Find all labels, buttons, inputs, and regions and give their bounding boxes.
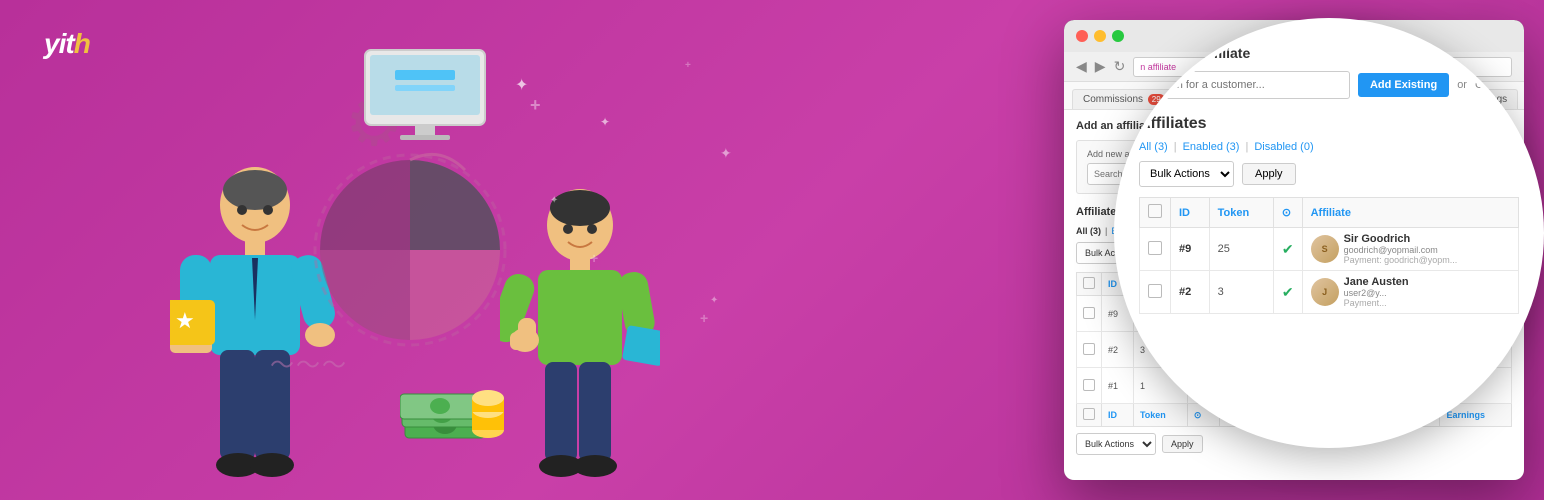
illustration-area: ⚙ ★ 〜: [60, 0, 740, 500]
plus-deco-1: +: [530, 95, 541, 116]
filter-all-link[interactable]: All (3): [1076, 226, 1101, 236]
zoom-col-token[interactable]: Token: [1209, 198, 1273, 228]
zoom-table-row: #2 3 ✔ J Jane Austen user2@y... Payment.…: [1140, 271, 1519, 314]
rotation-arrows: [310, 140, 510, 360]
col-header-cb: [1077, 273, 1102, 296]
zoom-col-status: ⊙: [1273, 198, 1302, 228]
row-checkbox[interactable]: [1083, 343, 1095, 355]
zoom-overlay-circle: Add new affiliate Add Existing or Create…: [1114, 18, 1544, 448]
reload-button[interactable]: ↻: [1114, 58, 1126, 75]
zoom-row-cb: [1140, 271, 1171, 314]
col-footer-cb: [1077, 404, 1102, 427]
zoom-row-status: ✔: [1273, 271, 1302, 314]
zoom-affiliate-name: Sir Goodrich: [1344, 233, 1458, 245]
bulk-actions-footer-select[interactable]: Bulk Actions: [1076, 433, 1156, 455]
minimize-dot[interactable]: [1094, 30, 1106, 42]
sparkle-3: ✦: [550, 195, 558, 206]
zoom-sep-1: |: [1174, 141, 1177, 153]
sparkle-4: ✦: [720, 145, 732, 162]
select-all-checkbox[interactable]: [1083, 277, 1095, 289]
maximize-dot[interactable]: [1112, 30, 1124, 42]
zoom-row-cb: [1140, 228, 1171, 271]
zoom-affiliate-payment: Payment...: [1344, 298, 1409, 308]
zoom-apply-button[interactable]: Apply: [1242, 163, 1296, 185]
zoom-col-affiliate[interactable]: Affiliate: [1302, 198, 1518, 228]
zoom-row-checkbox[interactable]: [1148, 241, 1162, 255]
sparkle-5: ✦: [710, 295, 718, 306]
zoom-row-affiliate: S Sir Goodrich goodrich@yopmail.com Paym…: [1302, 228, 1518, 271]
back-button[interactable]: ◀: [1076, 58, 1087, 75]
zoom-col-id[interactable]: ID: [1171, 198, 1210, 228]
zoom-row-id: #9: [1171, 228, 1210, 271]
zoom-or-label: or: [1457, 79, 1467, 91]
col-footer-id: ID: [1102, 404, 1134, 427]
zoom-row-affiliate: J Jane Austen user2@y... Payment...: [1302, 271, 1518, 314]
zoom-affiliate-payment: Payment: goodrich@yopm...: [1344, 255, 1458, 265]
zoom-row-status: ✔: [1273, 228, 1302, 271]
zoom-select-all[interactable]: [1148, 204, 1162, 218]
row-checkbox[interactable]: [1083, 379, 1095, 391]
zoom-filter-all[interactable]: All (3): [1139, 141, 1168, 153]
zoom-avatar: J: [1311, 278, 1339, 306]
zoom-affiliate-name: Jane Austen: [1344, 276, 1409, 288]
monitor-icon: [360, 45, 490, 145]
forward-button[interactable]: ▶: [1095, 58, 1106, 75]
zoom-filter-enabled[interactable]: Enabled (3): [1183, 141, 1240, 153]
row-id: #2: [1102, 332, 1134, 368]
svg-text:★: ★: [175, 308, 195, 333]
zoom-add-existing-button[interactable]: Add Existing: [1358, 73, 1449, 97]
zoom-add-row: Add Existing or Create N: [1139, 71, 1519, 99]
zoom-content: Add new affiliate Add Existing or Create…: [1119, 23, 1539, 443]
zoom-table-row: #9 25 ✔ S Sir Goodrich goodrich@yopmail.…: [1140, 228, 1519, 271]
zoom-affiliates-title: Affiliates: [1139, 115, 1519, 133]
zoom-affiliate-email: goodrich@yopmail.com: [1344, 245, 1458, 255]
select-all-footer-checkbox[interactable]: [1083, 408, 1095, 420]
row-id: #1: [1102, 368, 1134, 404]
zoom-table: ID Token ⊙ Affiliate #9 25 ✔ S Sir Goodr…: [1139, 197, 1519, 314]
zoom-sep-2: |: [1245, 141, 1248, 153]
row-checkbox-cell: [1077, 332, 1102, 368]
row-checkbox-cell: [1077, 296, 1102, 332]
zoom-verified-icon: ✔: [1282, 241, 1294, 257]
close-dot[interactable]: [1076, 30, 1088, 42]
zoom-row-token: 3: [1209, 271, 1273, 314]
zoom-row-token: 25: [1209, 228, 1273, 271]
row-checkbox[interactable]: [1083, 307, 1095, 319]
zoom-row-id: #2: [1171, 271, 1210, 314]
row-checkbox-cell: [1077, 368, 1102, 404]
zoom-row-checkbox[interactable]: [1148, 284, 1162, 298]
plus-deco-4: +: [685, 60, 691, 71]
money-stack-icon: [400, 380, 510, 450]
plus-deco-3: +: [700, 310, 708, 326]
zoom-filter-row: All (3) | Enabled (3) | Disabled (0): [1139, 141, 1519, 153]
sparkle-2: ✦: [600, 115, 610, 129]
zoom-bulk-row: Bulk Actions Apply: [1139, 161, 1519, 187]
zoom-affiliate-info: Jane Austen user2@y... Payment...: [1344, 276, 1409, 308]
apply-footer-button[interactable]: Apply: [1162, 435, 1203, 453]
sparkle-1: ✦: [515, 75, 528, 95]
zoom-verified-icon: ✔: [1282, 284, 1294, 300]
person-right: [500, 180, 660, 480]
zoom-col-cb: [1140, 198, 1171, 228]
zoom-bulk-select[interactable]: Bulk Actions: [1139, 161, 1234, 187]
zoom-affiliate-info: Sir Goodrich goodrich@yopmail.com Paymen…: [1344, 233, 1458, 265]
zoom-filter-disabled[interactable]: Disabled (0): [1254, 141, 1313, 153]
zoom-affiliate-email: user2@y...: [1344, 288, 1409, 298]
filter-sep-1: |: [1105, 226, 1107, 236]
col-footer-token: Token: [1133, 404, 1187, 427]
plus-deco-2: +: [590, 250, 598, 266]
zoom-avatar: S: [1311, 235, 1339, 263]
